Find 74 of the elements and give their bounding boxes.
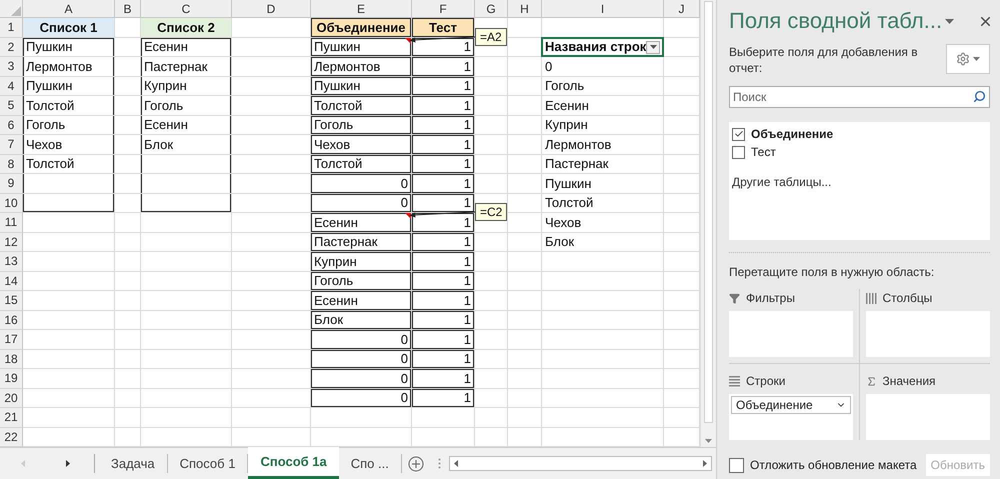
sheet-cell: Пастернак <box>542 154 664 174</box>
sheet-cell: Гоголь <box>141 96 232 116</box>
sheet-cell: Толстой <box>23 96 115 116</box>
sheet-cell: Лермонтов <box>23 57 115 76</box>
sheet-cell: Пушкин <box>542 174 664 194</box>
sheet-cell: 1 <box>412 76 475 96</box>
sheet-cell: 1 <box>412 272 475 291</box>
field-label: Объединение <box>751 127 834 141</box>
sheet-cell: 1 <box>412 252 475 272</box>
sheet-cell: 1 <box>412 350 475 369</box>
sheet-cell: 1 <box>412 291 475 310</box>
sheet-cell: 1 <box>412 174 475 194</box>
sheet-cell: Куприн <box>311 252 412 272</box>
areas-hint: Перетащите поля в нужную область: <box>729 265 936 279</box>
sheet-cell: Пастернак <box>311 232 412 252</box>
field-label: Тест <box>751 145 776 159</box>
sheet-cell: 0 <box>542 57 664 76</box>
sheet-cell: 0 <box>311 369 412 388</box>
area-label: Строки <box>746 374 786 388</box>
sheet-cell: 1 <box>412 388 475 408</box>
sheet-cell: Гоголь <box>311 116 412 135</box>
sheet-cell: Гоголь <box>23 116 115 135</box>
comment-tooltip: =A2 <box>475 28 507 46</box>
checkbox-label: Отложить обновление макета <box>750 458 917 472</box>
sheet-cell: 0 <box>311 174 412 194</box>
sheet-cell: Блок <box>141 135 232 154</box>
sheet-cell: 0 <box>311 330 412 350</box>
sheet-cell: Список 1 <box>23 18 115 38</box>
sheet-cell: 1 <box>412 310 475 330</box>
sheet-cell: Список 2 <box>141 18 232 38</box>
sheet-cell: 0 <box>311 350 412 369</box>
pane-description: Выберите поля для добавления в отчет: <box>729 44 919 76</box>
sheet-cell: 0 <box>311 194 412 213</box>
sheet-cell: Тест <box>412 18 475 38</box>
sheet-cell: Гоголь <box>542 76 664 96</box>
pivot-header: Названия строк <box>542 38 664 57</box>
sheet-cell: 1 <box>412 369 475 388</box>
pane-title: Поля сводной табл... <box>729 8 942 34</box>
sheet-cell: Есенин <box>141 38 232 57</box>
sheet-cell: Чехов <box>23 135 115 154</box>
sheet-cell: Блок <box>311 310 412 330</box>
sheet-cell: Толстой <box>311 154 412 174</box>
sheet-cell: 1 <box>412 194 475 213</box>
sheet-cell: 1 <box>412 330 475 350</box>
sheet-cell: Чехов <box>311 135 412 154</box>
sheet-cell: Пушкин <box>23 38 115 57</box>
sheet-cell: Куприн <box>141 76 232 96</box>
sheet-cell: Куприн <box>542 116 664 135</box>
sheet-cell: Толстой <box>23 154 115 174</box>
sheet-cell: 0 <box>311 388 412 408</box>
area-label: Столбцы <box>882 291 932 305</box>
sheet-cell: 1 <box>412 116 475 135</box>
sheet-cell: Чехов <box>542 213 664 232</box>
sheet-cell: 1 <box>412 57 475 76</box>
sheet-cell: 1 <box>412 96 475 116</box>
sheet-cell: 1 <box>412 232 475 252</box>
sheet-cell: Есенин <box>542 96 664 116</box>
sheet-cell: Объединение <box>311 18 412 38</box>
area-label: Фильтры <box>746 291 795 305</box>
sheet-cell: Толстой <box>311 96 412 116</box>
comment-tooltip: =C2 <box>475 203 508 221</box>
sheet-cell: Пушкин <box>311 76 412 96</box>
area-label: Значения <box>882 374 936 388</box>
sheet-cell: Гоголь <box>311 272 412 291</box>
sheet-cell: Есенин <box>141 116 232 135</box>
sheet-cell: 1 <box>412 135 475 154</box>
sheet-cell: Блок <box>542 232 664 252</box>
sheet-cell: Есенин <box>311 291 412 310</box>
sheet-cell: Толстой <box>542 194 664 213</box>
sheet-cell: 1 <box>412 154 475 174</box>
sheet-cell: Лермонтов <box>311 57 412 76</box>
sheet-cell: Пастернак <box>141 57 232 76</box>
sheet-cell: Лермонтов <box>542 135 664 154</box>
sheet-cell: Пушкин <box>23 76 115 96</box>
